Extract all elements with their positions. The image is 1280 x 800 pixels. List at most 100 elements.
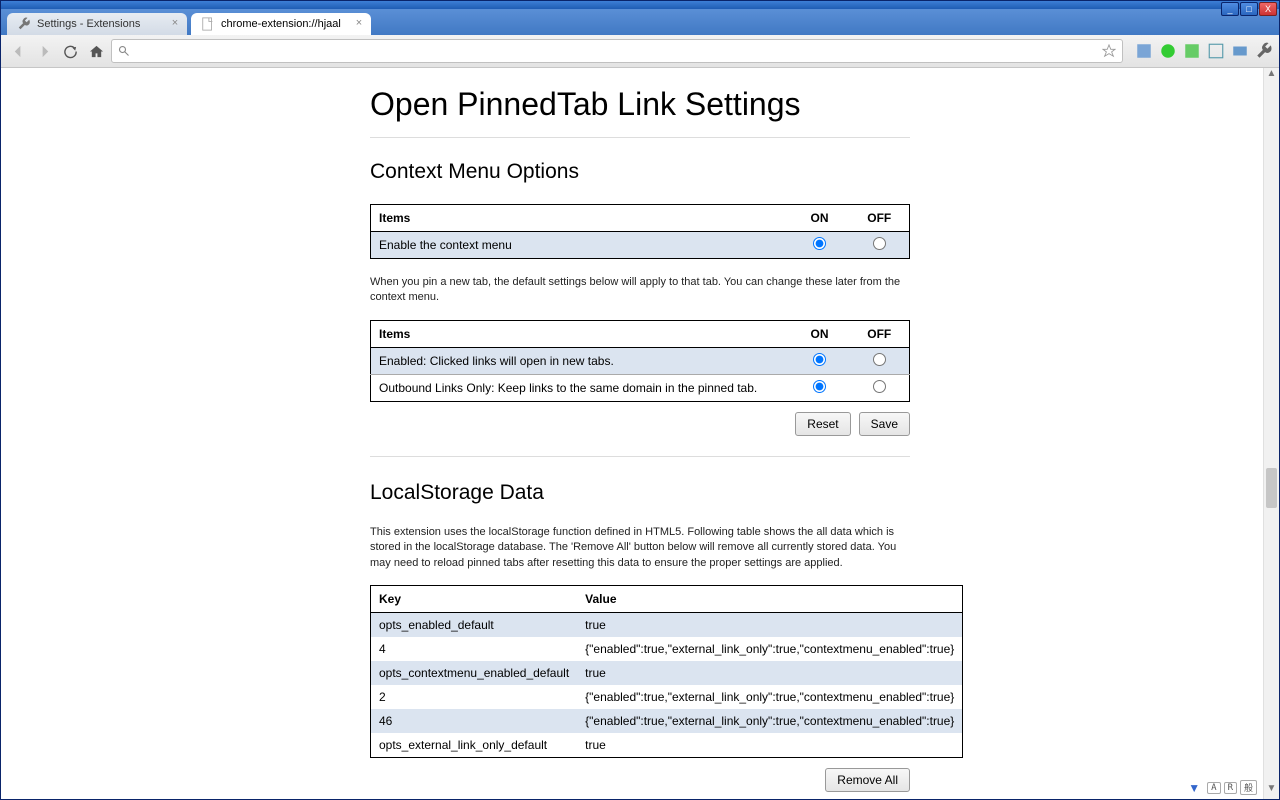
- status-indicator-r: R: [1224, 782, 1237, 794]
- ls-key: 2: [371, 685, 578, 709]
- extension-icons: [1129, 42, 1273, 60]
- col-items: Items: [371, 320, 790, 347]
- status-bar: ▼ A R 般: [1188, 780, 1257, 795]
- save-button[interactable]: Save: [859, 412, 910, 436]
- bookmark-star-icon[interactable]: [1102, 44, 1116, 58]
- page-title: Open PinnedTab Link Settings: [370, 86, 910, 123]
- option-off-cell: [850, 374, 910, 401]
- page-icon: [201, 17, 215, 31]
- ext-icon-2[interactable]: [1159, 42, 1177, 60]
- forward-button[interactable]: [33, 40, 55, 62]
- option-label: Enabled: Clicked links will open in new …: [371, 347, 790, 374]
- option-label: Enable the context menu: [371, 232, 790, 259]
- col-on: ON: [790, 205, 850, 232]
- table-row: Enable the context menu: [371, 232, 910, 259]
- reset-button[interactable]: Reset: [795, 412, 850, 436]
- tab-close-icon[interactable]: ×: [353, 17, 365, 29]
- ext-icon-5[interactable]: [1231, 42, 1249, 60]
- defaults-table: Items ON OFF Enabled: Clicked links will…: [370, 320, 910, 402]
- localstorage-description: This extension uses the localStorage fun…: [370, 525, 910, 571]
- tab-strip: Settings - Extensions × chrome-extension…: [1, 9, 1279, 35]
- radio-on[interactable]: [813, 380, 826, 393]
- tab-label: chrome-extension://hjaal: [221, 18, 341, 30]
- tab-close-icon[interactable]: ×: [169, 17, 181, 29]
- viewport: ▲ ▼ Open PinnedTab Link Settings Context…: [1, 68, 1279, 799]
- table-row: 2{"enabled":true,"external_link_only":tr…: [371, 685, 963, 709]
- ls-key: opts_external_link_only_default: [371, 733, 578, 758]
- minimize-button[interactable]: _: [1221, 2, 1239, 16]
- radio-on[interactable]: [813, 353, 826, 366]
- window-controls: _ □ X: [1220, 2, 1277, 16]
- table-row: opts_enabled_defaulttrue: [371, 612, 963, 637]
- back-button[interactable]: [7, 40, 29, 62]
- table-row: Enabled: Clicked links will open in new …: [371, 347, 910, 374]
- table-row: Outbound Links Only: Keep links to the s…: [371, 374, 910, 401]
- page-content: Open PinnedTab Link Settings Context Men…: [1, 86, 1279, 799]
- section-title-localstorage: LocalStorage Data: [370, 481, 910, 505]
- home-button[interactable]: [85, 40, 107, 62]
- context-menu-description: When you pin a new tab, the default sett…: [370, 275, 910, 306]
- remove-all-row: Remove All: [370, 768, 910, 792]
- close-button[interactable]: X: [1259, 2, 1277, 16]
- table-row: opts_external_link_only_defaulttrue: [371, 733, 963, 758]
- col-value: Value: [577, 585, 963, 612]
- ls-value: true: [577, 612, 963, 637]
- tab-label: Settings - Extensions: [37, 18, 140, 30]
- radio-on[interactable]: [813, 237, 826, 250]
- search-icon: [118, 45, 130, 57]
- option-on-cell: [790, 347, 850, 374]
- ls-key: 46: [371, 709, 578, 733]
- option-off-cell: [850, 347, 910, 374]
- table-row: 46{"enabled":true,"external_link_only":t…: [371, 709, 963, 733]
- localstorage-table: Key Value opts_enabled_defaulttrue4{"ena…: [370, 585, 963, 758]
- ls-value: {"enabled":true,"external_link_only":tru…: [577, 709, 963, 733]
- titlebar: [1, 1, 1279, 9]
- ls-value: true: [577, 661, 963, 685]
- ext-icon-1[interactable]: [1135, 42, 1153, 60]
- radio-off[interactable]: [873, 353, 886, 366]
- ls-key: 4: [371, 637, 578, 661]
- ext-icon-3[interactable]: [1183, 42, 1201, 60]
- option-label: Outbound Links Only: Keep links to the s…: [371, 374, 790, 401]
- radio-off[interactable]: [873, 380, 886, 393]
- status-indicator-kana: 般: [1240, 780, 1257, 795]
- window-frame: _ □ X Settings - Extensions × chrome-ext…: [0, 0, 1280, 800]
- divider: [370, 137, 910, 138]
- wrench-icon: [17, 17, 31, 31]
- option-off-cell: [850, 232, 910, 259]
- section-title-context-menu: Context Menu Options: [370, 160, 910, 184]
- remove-all-button[interactable]: Remove All: [825, 768, 910, 792]
- col-on: ON: [790, 320, 850, 347]
- tab-settings-extensions[interactable]: Settings - Extensions ×: [7, 13, 187, 35]
- toolbar: [1, 35, 1279, 68]
- maximize-button[interactable]: □: [1240, 2, 1258, 16]
- scroll-down-arrow[interactable]: ▼: [1264, 783, 1279, 799]
- col-items: Items: [371, 205, 790, 232]
- vertical-scrollbar[interactable]: ▲ ▼: [1263, 68, 1279, 799]
- wrench-menu-icon[interactable]: [1255, 42, 1273, 60]
- scroll-thumb[interactable]: [1266, 468, 1277, 508]
- radio-off[interactable]: [873, 237, 886, 250]
- option-on-cell: [790, 232, 850, 259]
- status-down-arrow-icon: ▼: [1188, 781, 1200, 795]
- table-row: 4{"enabled":true,"external_link_only":tr…: [371, 637, 963, 661]
- ls-key: opts_enabled_default: [371, 612, 578, 637]
- ls-value: {"enabled":true,"external_link_only":tru…: [577, 685, 963, 709]
- ext-icon-4[interactable]: [1207, 42, 1225, 60]
- table-row: opts_contextmenu_enabled_defaulttrue: [371, 661, 963, 685]
- col-off: OFF: [850, 320, 910, 347]
- scroll-up-arrow[interactable]: ▲: [1264, 68, 1279, 84]
- col-off: OFF: [850, 205, 910, 232]
- reload-button[interactable]: [59, 40, 81, 62]
- reset-save-row: Reset Save: [370, 412, 910, 436]
- address-bar[interactable]: [111, 39, 1123, 63]
- status-indicator-a: A: [1207, 782, 1220, 794]
- tab-extension-page[interactable]: chrome-extension://hjaal ×: [191, 13, 371, 35]
- ls-value: true: [577, 733, 963, 758]
- option-on-cell: [790, 374, 850, 401]
- context-menu-table: Items ON OFF Enable the context menu: [370, 204, 910, 259]
- ls-value: {"enabled":true,"external_link_only":tru…: [577, 637, 963, 661]
- ls-key: opts_contextmenu_enabled_default: [371, 661, 578, 685]
- divider: [370, 456, 910, 457]
- col-key: Key: [371, 585, 578, 612]
